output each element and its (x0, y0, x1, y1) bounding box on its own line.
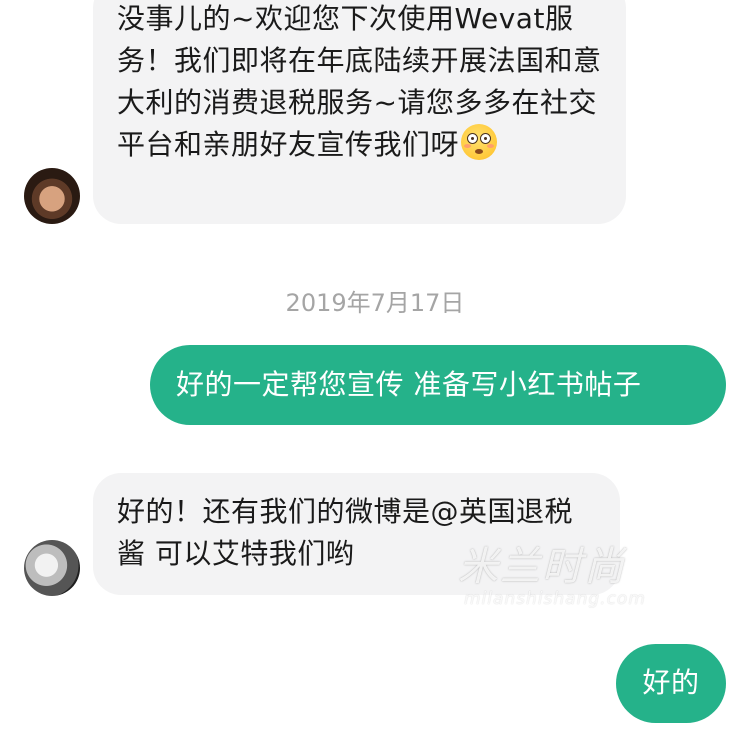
message-bubble-incoming[interactable]: 好的！还有我们的微博是@英国退税酱 可以艾特我们哟 (93, 473, 620, 595)
message-bubble-outgoing[interactable]: 好的一定帮您宣传 准备写小红书帖子 (150, 345, 726, 425)
message-text: 没事儿的~欢迎您下次使用Wevat服务！我们即将在年底陆续开展法国和意大利的消费… (117, 2, 602, 161)
message-bubble-outgoing[interactable]: 好的 (616, 644, 726, 723)
message-bubble-incoming[interactable]: 没事儿的~欢迎您下次使用Wevat服务！我们即将在年底陆续开展法国和意大利的消费… (93, 0, 626, 224)
contact-avatar[interactable] (24, 168, 80, 224)
date-separator: 2019年7月17日 (285, 289, 465, 317)
flushed-face-emoji-icon (461, 124, 498, 160)
message-text: 好的一定帮您宣传 准备写小红书帖子 (176, 368, 642, 401)
contact-avatar[interactable] (24, 540, 80, 596)
message-text: 好的 (642, 666, 700, 699)
chat-thread: 没事儿的~欢迎您下次使用Wevat服务！我们即将在年底陆续开展法国和意大利的消费… (0, 0, 750, 750)
message-text: 好的！还有我们的微博是@英国退税酱 可以艾特我们哟 (117, 495, 574, 570)
